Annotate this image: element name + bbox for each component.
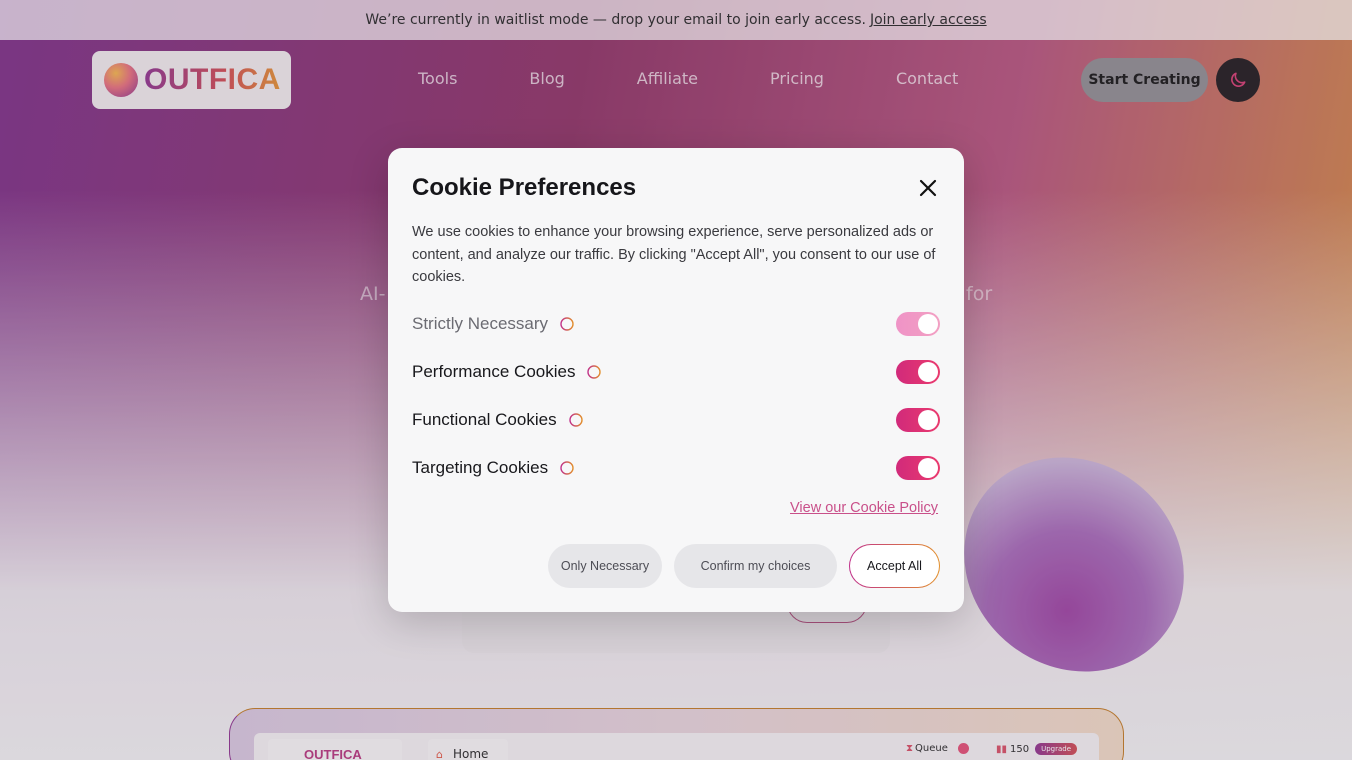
pref-row-strictly-necessary: Strictly Necessary xyxy=(412,311,940,337)
pref-row-functional: Functional Cookies xyxy=(412,407,940,433)
info-icon[interactable] xyxy=(560,317,574,331)
toggle-functional[interactable] xyxy=(896,408,940,432)
accept-all-button[interactable]: Accept All xyxy=(849,544,940,588)
toggle-knob xyxy=(918,458,938,478)
toggle-strictly-necessary xyxy=(896,312,940,336)
info-icon[interactable] xyxy=(568,413,583,427)
pref-label: Performance Cookies xyxy=(412,362,576,381)
only-necessary-button[interactable]: Only Necessary xyxy=(548,544,662,588)
info-icon[interactable] xyxy=(587,365,602,379)
confirm-choices-button[interactable]: Confirm my choices xyxy=(674,544,837,588)
toggle-performance[interactable] xyxy=(896,360,940,384)
toggle-targeting[interactable] xyxy=(896,456,940,480)
toggle-knob xyxy=(918,410,938,430)
pref-row-performance: Performance Cookies xyxy=(412,359,940,385)
pref-label: Targeting Cookies xyxy=(412,458,549,477)
cookie-preferences-modal: Cookie Preferences We use cookies to enh… xyxy=(388,148,964,612)
toggle-knob xyxy=(918,362,938,382)
close-icon xyxy=(919,179,937,197)
pref-label: Functional Cookies xyxy=(412,410,557,429)
close-button[interactable] xyxy=(916,176,940,200)
pref-row-targeting: Targeting Cookies xyxy=(412,455,940,481)
modal-title: Cookie Preferences xyxy=(412,174,637,201)
pref-label: Strictly Necessary xyxy=(412,314,549,333)
toggle-knob xyxy=(918,314,938,334)
cookie-policy-link[interactable]: View our Cookie Policy xyxy=(790,500,938,516)
info-icon[interactable] xyxy=(560,461,574,475)
modal-description: We use cookies to enhance your browsing … xyxy=(412,224,936,285)
